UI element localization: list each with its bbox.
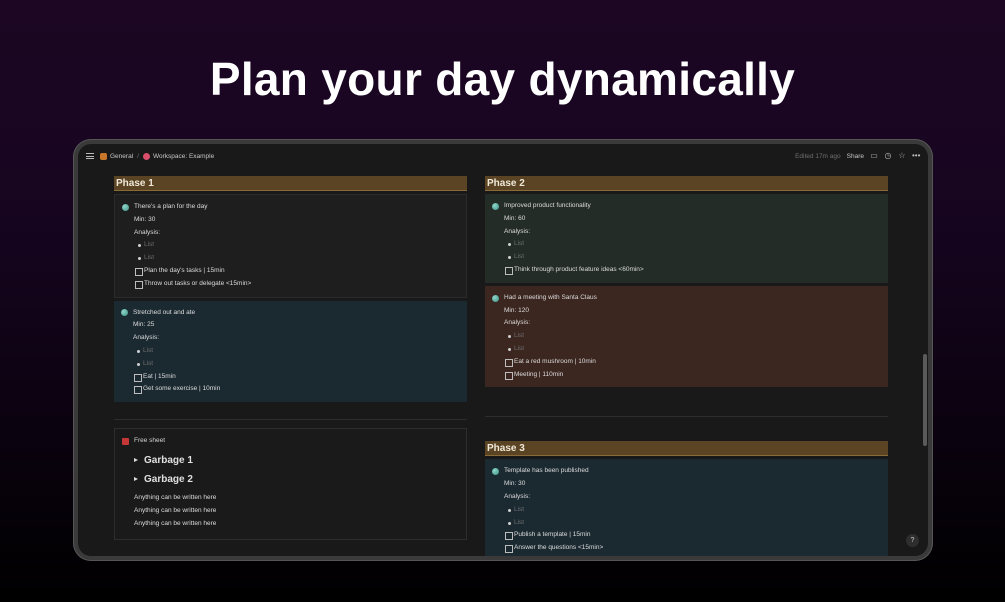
todo-item[interactable]: Think through product feature ideas <60m…	[492, 264, 888, 277]
card-min: Min: 120	[504, 306, 529, 314]
toggle-arrow-icon[interactable]	[134, 458, 138, 463]
globe-icon	[492, 294, 499, 302]
todo-item[interactable]: Publish a template | 15min	[492, 529, 888, 542]
divider	[114, 419, 467, 421]
card-title: Template has been published	[504, 467, 589, 475]
phase1-card-2[interactable]: Stretched out and ate Min: 25 Analysis: …	[114, 300, 467, 403]
phase1-column: Phase 1 There's a plan for the day Min: …	[114, 176, 467, 421]
list-item: List	[492, 504, 888, 517]
card-title: Improved product functionality	[504, 202, 591, 209]
todo-item[interactable]: Answer the questions <15min>	[492, 542, 888, 555]
phase2-column: Phase 2 Improved product functionality M…	[485, 176, 888, 556]
list-item: List	[492, 238, 888, 251]
phase1-card-1[interactable]: There's a plan for the day Min: 30 Analy…	[114, 194, 467, 298]
card-analysis: Analysis:	[504, 492, 531, 500]
globe-icon	[122, 203, 129, 211]
breadcrumb-general[interactable]: General	[110, 153, 133, 160]
more-icon[interactable]: •••	[912, 152, 920, 160]
breadcrumb: General / Workspace: Example	[100, 152, 214, 160]
share-button[interactable]: Share	[847, 153, 864, 160]
breadcrumb-separator: /	[137, 152, 139, 160]
toggle-garbage-2[interactable]: Garbage 2	[122, 474, 466, 487]
list-item: List	[121, 345, 467, 358]
comment-icon[interactable]: ▭	[870, 152, 878, 160]
todo-item[interactable]: Eat a red mushroom | 10min	[492, 356, 888, 369]
text-line: Anything can be written here	[134, 494, 217, 502]
todo-item[interactable]: Plan the day's tasks | 15min	[122, 265, 466, 278]
list-item: List	[122, 239, 466, 252]
card-min: Min: 25	[133, 321, 155, 329]
toggle-arrow-icon[interactable]	[134, 476, 138, 481]
card-analysis: Analysis:	[504, 227, 531, 235]
clock-icon[interactable]: ◷	[884, 152, 892, 160]
book-icon	[122, 437, 129, 445]
help-button[interactable]: ?	[906, 534, 919, 547]
card-title: Had a meeting with Santa Claus	[504, 293, 597, 301]
text-line: Anything can be written here	[134, 519, 217, 527]
globe-icon	[121, 309, 128, 317]
phase2-header: Phase 2	[485, 176, 888, 191]
app-screen: General / Workspace: Example Edited 17m …	[78, 144, 928, 556]
list-item: List	[492, 343, 888, 356]
topbar-actions: Edited 17m ago Share ▭ ◷ ☆ •••	[795, 152, 920, 160]
todo-item[interactable]: Get some exercise | 10min	[121, 383, 467, 396]
phase2-card-1[interactable]: Improved product functionality Min: 60 A…	[485, 194, 888, 283]
todo-item[interactable]: Meeting | 110min	[492, 369, 888, 382]
free-sheet-title: Free sheet	[134, 437, 166, 444]
toggle-garbage-1[interactable]: Garbage 1	[122, 455, 466, 468]
free-sheet[interactable]: Free sheet Garbage 1 Garbage 2 Anything …	[114, 428, 467, 540]
tablet-frame: General / Workspace: Example Edited 17m …	[73, 139, 933, 561]
topbar: General / Workspace: Example Edited 17m …	[78, 144, 928, 168]
hero-title: Plan your day dynamically	[209, 53, 796, 105]
todo-item[interactable]: Eat | 15min	[121, 371, 467, 384]
card-title: There's a plan for the day	[134, 203, 208, 210]
phase2-card-2[interactable]: Had a meeting with Santa Claus Min: 120 …	[485, 285, 888, 388]
star-icon[interactable]: ☆	[898, 152, 906, 160]
card-analysis: Analysis:	[134, 228, 161, 236]
list-item: List	[122, 252, 466, 265]
menu-icon[interactable]	[86, 153, 94, 159]
list-item: List	[492, 330, 888, 343]
phase1-header: Phase 1	[114, 176, 467, 191]
card-min: Min: 30	[504, 480, 526, 488]
card-min: Min: 60	[504, 214, 526, 222]
breadcrumb-workspace[interactable]: Workspace: Example	[153, 153, 214, 160]
card-analysis: Analysis:	[504, 319, 531, 327]
card-title: Stretched out and ate	[133, 308, 196, 316]
list-item: List	[492, 251, 888, 264]
phase3-card-1[interactable]: Template has been published Min: 30 Anal…	[485, 459, 888, 556]
workspace-icon	[142, 152, 150, 160]
card-min: Min: 30	[134, 215, 156, 223]
phase3-header: Phase 3	[485, 441, 888, 457]
card-analysis: Analysis:	[133, 334, 160, 342]
todo-item[interactable]: Throw out tasks or delegate <15min>	[122, 278, 466, 291]
folder-icon	[100, 152, 107, 160]
globe-icon	[492, 202, 499, 210]
list-item: List	[492, 517, 888, 530]
list-item: List	[121, 358, 467, 371]
divider	[485, 416, 888, 418]
text-line: Anything can be written here	[134, 507, 217, 515]
edited-timestamp: Edited 17m ago	[795, 152, 841, 160]
scrollbar[interactable]	[923, 354, 927, 446]
globe-icon	[492, 468, 499, 476]
